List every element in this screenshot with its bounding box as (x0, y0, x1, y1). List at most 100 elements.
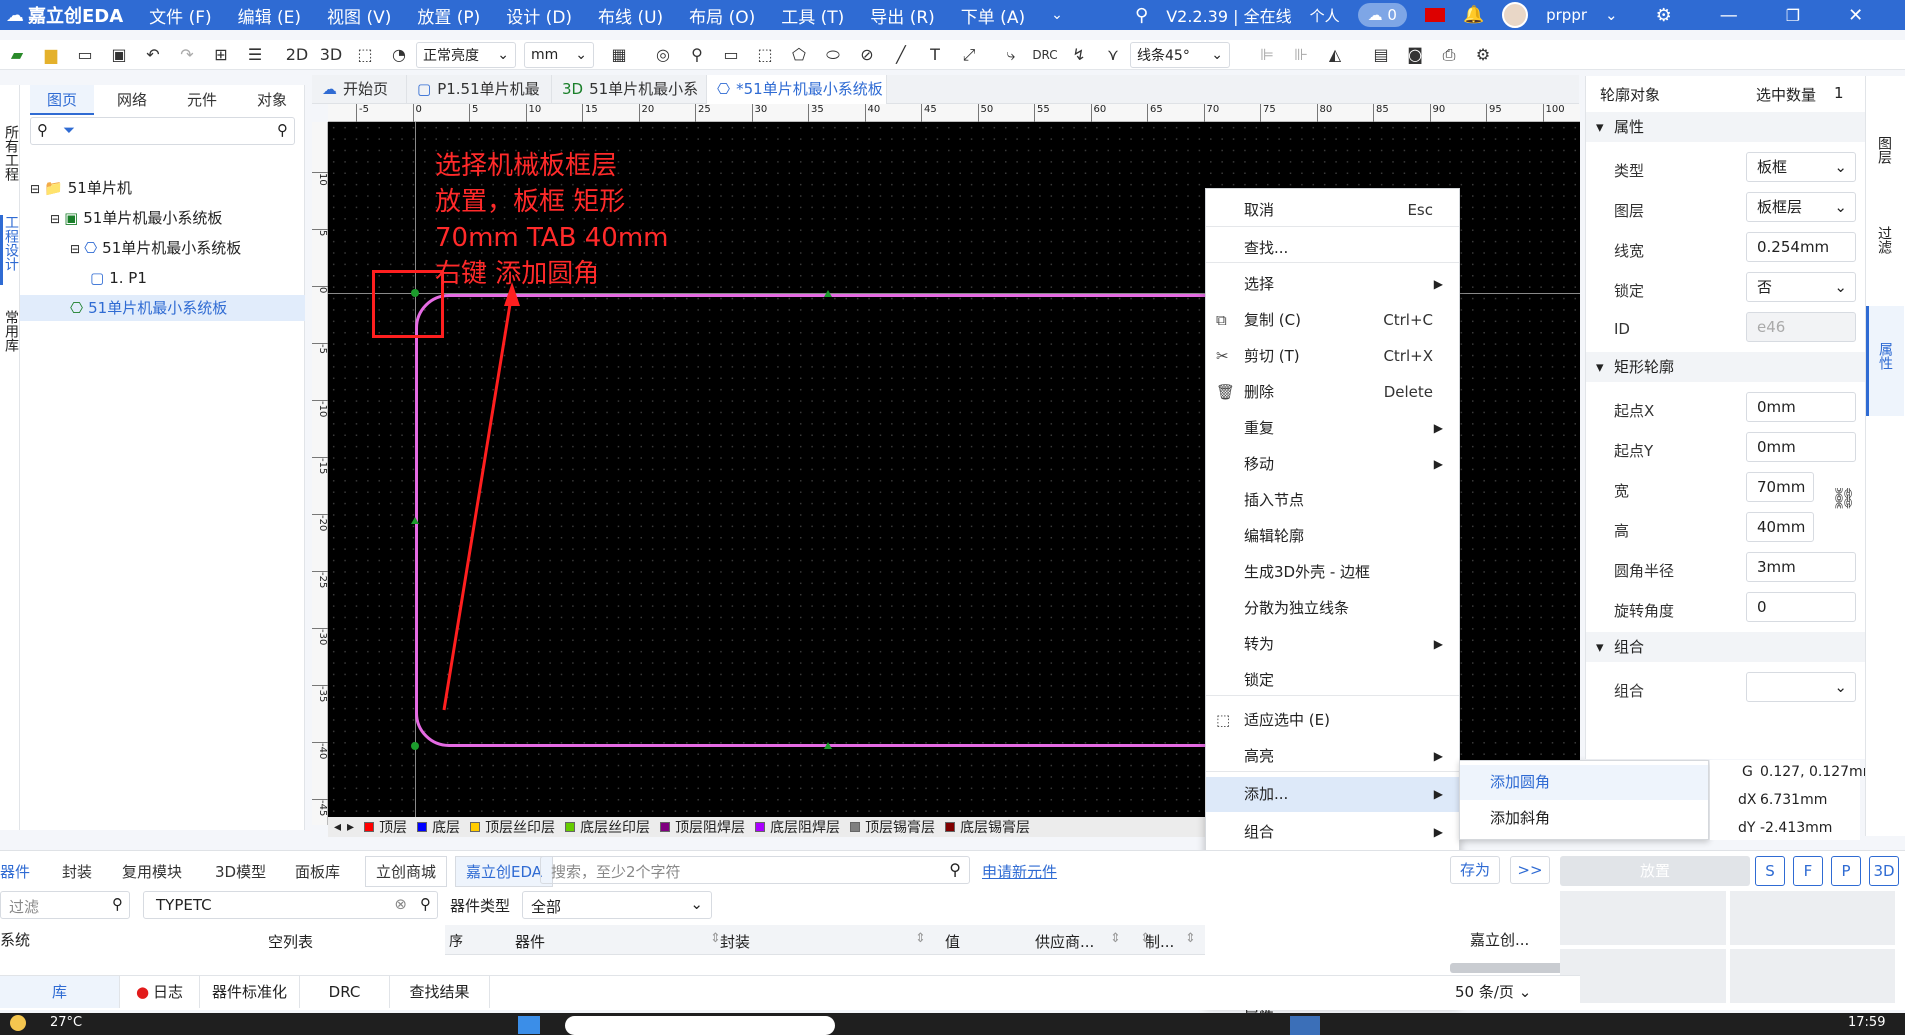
route-angle-select[interactable]: 线条45° ⌄ (1130, 41, 1230, 68)
doc-tab-2[interactable]: 3D51单片机最小系统板 (552, 75, 707, 127)
doc-tab-0[interactable]: ☁ 开始页 (312, 75, 407, 104)
layer-icon[interactable]: ▤ (1364, 42, 1398, 68)
sort-icon[interactable]: ⇕ (1110, 931, 1121, 946)
strip-properties-tab[interactable]: 属性 (1866, 306, 1904, 416)
search-icon[interactable]: ⚲ (37, 121, 48, 139)
search-icon[interactable]: ⚲ (1135, 5, 1148, 26)
menu-1[interactable]: 编辑 (E) (238, 3, 301, 28)
dimension-icon[interactable]: ⤢ (952, 42, 986, 68)
status-tab-1[interactable]: ● 日志 (120, 976, 200, 1008)
section-group[interactable]: ▾ 组合 (1586, 632, 1866, 662)
more-button[interactable]: >> (1510, 856, 1550, 884)
library-tab-5[interactable]: 立创商城 (365, 856, 448, 887)
bell-icon[interactable]: 🔔 (1463, 5, 1484, 25)
grid-icon[interactable]: ⊞ (204, 42, 238, 68)
menu-add-chamfer[interactable]: 添加斜角 (1460, 801, 1708, 836)
list-icon[interactable]: ☰ (238, 42, 272, 68)
context-menu-item[interactable]: 编辑轮廓 (1206, 519, 1459, 554)
context-menu-item[interactable]: 生成3D外壳 - 边框 (1206, 555, 1459, 590)
system-label[interactable]: 系统 (0, 929, 30, 950)
no-icon[interactable]: ⊘ (850, 42, 884, 68)
layer-item[interactable]: 底层丝印层 (565, 817, 650, 837)
menu-9[interactable]: 下单 (A) (961, 3, 1025, 28)
doc-tab-1[interactable]: ▢P1.51单片机最小系... (407, 75, 552, 127)
diff-pair-icon[interactable]: ⋎ (1096, 42, 1130, 68)
left-tab-1[interactable]: 网络 (100, 85, 164, 115)
context-menu-item[interactable]: 重复 ▶ (1206, 411, 1459, 446)
gear-icon[interactable]: ⚙ (1656, 5, 1672, 26)
left-tab-3[interactable]: 对象 (240, 85, 304, 115)
sort-icon[interactable]: ⇕ (1185, 931, 1196, 946)
undo-icon[interactable]: ↶ (136, 42, 170, 68)
camera-icon[interactable]: ◙ (1398, 42, 1432, 68)
save-all-icon[interactable]: ▣ (102, 42, 136, 68)
group-select[interactable]: ⌄ (1746, 672, 1856, 702)
rect-icon[interactable]: ▭ (714, 42, 748, 68)
context-menu-item[interactable]: 选择 ▶ (1206, 267, 1459, 302)
search-icon[interactable]: ⚲ (420, 895, 431, 913)
library-tab-6[interactable]: 嘉立创EDA (455, 856, 554, 887)
clear-icon[interactable]: ⊗ (394, 895, 407, 913)
library-tab-3[interactable]: 3D模型 (215, 861, 266, 882)
weather-icon[interactable] (10, 1015, 26, 1031)
view-toggle-0[interactable]: S (1755, 856, 1785, 886)
context-menu-item[interactable]: 分散为独立线条 (1206, 591, 1459, 626)
collapse-icon[interactable]: ⊟ (50, 212, 60, 226)
context-menu-item[interactable]: ⧉ 复制 (C) Ctrl+C (1206, 303, 1459, 338)
lock-select[interactable]: 否 ⌄ (1746, 272, 1856, 302)
menu-5[interactable]: 布线 (U) (598, 3, 663, 28)
menu-add-fillet[interactable]: 添加圆角 (1460, 765, 1708, 800)
strip-filter[interactable]: 过滤 (1876, 226, 1892, 254)
filter-input[interactable]: 过滤 ⚲ (0, 891, 130, 919)
collapse-icon[interactable]: ⊟ (70, 242, 80, 256)
polygon-icon[interactable]: ⬠ (782, 42, 816, 68)
text-icon[interactable]: T (918, 42, 952, 68)
save-icon[interactable]: ▭ (68, 42, 102, 68)
ellipse-icon[interactable]: ⬭ (816, 42, 850, 68)
menu-0[interactable]: 文件 (F) (149, 3, 211, 28)
layer-select[interactable]: 板框层 ⌄ (1746, 192, 1856, 222)
tree-item[interactable]: ⎔ 51单片机最小系统板 (20, 295, 305, 321)
library-search-input[interactable]: 搜索，至少2个字符 ⚲ (540, 856, 970, 884)
section-properties[interactable]: ▾ 属性 (1586, 112, 1866, 142)
status-tab-3[interactable]: DRC (300, 976, 390, 1008)
layer-item[interactable]: 底层 (417, 817, 460, 837)
place-button[interactable]: 放置 (1560, 856, 1750, 886)
status-tab-2[interactable]: 器件标准化 (200, 976, 300, 1008)
table-scrollbar[interactable] (1450, 963, 1570, 973)
taskbar-search[interactable] (565, 1016, 835, 1035)
library-tab-4[interactable]: 面板库 (295, 861, 340, 882)
chevron-down-icon[interactable]: ⌄ (1605, 6, 1618, 24)
menu-4[interactable]: 设计 (D) (506, 3, 572, 28)
column-header[interactable]: 制... (1145, 931, 1174, 952)
region-icon[interactable]: ⬚ (748, 42, 782, 68)
view-toggle-1[interactable]: F (1793, 856, 1823, 886)
redo-icon[interactable]: ↷ (170, 42, 204, 68)
layer-item[interactable]: 底层锡膏层 (945, 817, 1030, 837)
via-icon[interactable]: ◎ (646, 42, 680, 68)
column-header[interactable]: 值 (945, 931, 960, 952)
cloud-badge[interactable]: ☁ 0 (1357, 3, 1407, 27)
tree-item[interactable]: ⊟ ⎔ 51单片机最小系统板 (20, 235, 305, 261)
column-header[interactable]: 供应商... (1035, 931, 1094, 952)
new-icon[interactable]: ▰ (0, 42, 34, 68)
context-menu-item[interactable]: 高亮 ▶ (1206, 739, 1459, 774)
search-icon[interactable]: ⚲ (949, 860, 961, 879)
context-menu-item[interactable]: ✂ 剪切 (T) Ctrl+X (1206, 339, 1459, 374)
close-icon[interactable]: ✕ (1848, 5, 1863, 26)
drc-button[interactable]: DRC (1028, 42, 1062, 68)
menu-2[interactable]: 视图 (V) (327, 3, 391, 28)
align-icon[interactable]: ⊫ (1250, 42, 1284, 68)
layer-item[interactable]: 顶层阻焊层 (660, 817, 745, 837)
layer-item[interactable]: 顶层 (364, 817, 407, 837)
context-menu-item[interactable]: ⬚ 适应选中 (E) (1206, 703, 1459, 738)
sort-icon[interactable]: ⇕ (915, 931, 926, 946)
zoom-region-icon[interactable]: ⬚ (348, 42, 382, 68)
context-menu-item[interactable]: 取消 Esc (1206, 193, 1459, 228)
prev-layer-icon[interactable]: ◂ (334, 819, 341, 835)
avatar[interactable] (1502, 2, 1529, 28)
strip-common-lib[interactable]: 常用库 (2, 310, 19, 352)
track-icon[interactable]: ↯ (1062, 42, 1096, 68)
doc-tab-3[interactable]: ⎔ *51单片机最小系统板 (707, 75, 887, 104)
context-menu-item[interactable]: 🗑 删除 Delete (1206, 375, 1459, 410)
